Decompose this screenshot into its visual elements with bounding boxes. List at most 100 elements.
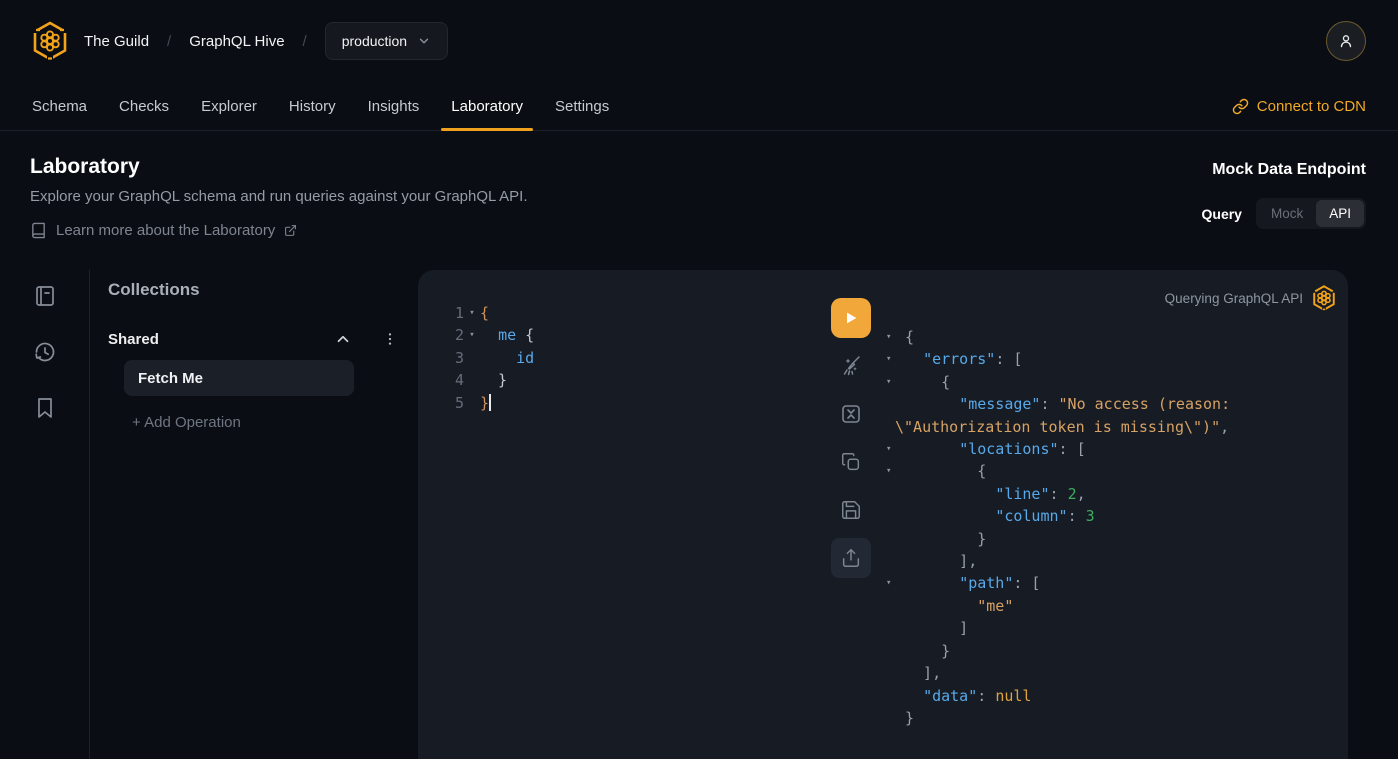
code-token: "No access (reason: [1059,395,1231,413]
target-selector[interactable]: production [325,22,448,60]
save-button[interactable] [831,490,871,530]
page-header: Laboratory Explore your GraphQL schema a… [0,131,1398,270]
breadcrumb-separator: / [303,33,307,50]
chevron-up-icon[interactable] [334,330,352,348]
connect-to-cdn-label: Connect to CDN [1257,98,1366,115]
fold-toggle-icon[interactable]: ▾ [464,302,480,324]
tab-settings[interactable]: Settings [539,82,625,130]
mock-endpoint-box: Mock Data Endpoint Query Mock API [1202,155,1367,270]
line-number: 4 [418,369,464,391]
copy-query-button[interactable] [831,442,871,482]
fold-toggle-icon[interactable]: ▾ [886,348,891,370]
code-token: "path" [959,574,1013,592]
response-line: ▾ { [882,460,1348,482]
breadcrumb-separator: / [167,33,171,50]
kebab-menu-icon[interactable] [382,331,398,347]
tab-explorer[interactable]: Explorer [185,82,273,130]
query-line: 4 } [418,369,820,391]
merge-icon [839,402,863,426]
code-token [905,574,959,592]
mock-endpoint-title: Mock Data Endpoint [1212,161,1366,179]
fold-toggle-icon[interactable]: ▾ [886,371,891,393]
nav-tabs: SchemaChecksExplorerHistoryInsightsLabor… [16,82,625,130]
tab-schema[interactable]: Schema [16,82,103,130]
code-token: } [480,394,489,412]
fold-toggle-icon [464,369,480,391]
operation-item-fetch-me[interactable]: Fetch Me [124,360,354,396]
fold-toggle-icon[interactable]: ▾ [886,438,891,460]
learn-more-link[interactable]: Learn more about the Laboratory [30,222,528,239]
breadcrumb-org[interactable]: The Guild [84,33,149,50]
app-header: The Guild / GraphQL Hive / production [0,0,1398,82]
code-token: ] [905,619,968,637]
response-line: } [882,640,1348,662]
response-endpoint-label: Querying GraphQL API [1165,291,1303,306]
code-token: { [480,304,489,322]
prettify-button[interactable] [831,346,871,386]
code-token: "message" [959,395,1040,413]
response-line: "me" [882,595,1348,617]
hive-logo-icon[interactable] [32,21,68,61]
collections-title: Collections [108,280,398,300]
docs-button[interactable] [33,284,57,308]
code-token: { [905,462,986,480]
response-line: "message": "No access (reason: [882,393,1348,415]
response-line: ▾ "errors": [ [882,348,1348,370]
collection-group-row[interactable]: Shared [108,330,398,348]
line-number: 1 [418,302,464,324]
endpoint-toggle: Mock API [1256,198,1366,229]
tab-history[interactable]: History [273,82,352,130]
code-token: , [1220,418,1229,436]
execute-query-button[interactable] [831,298,871,338]
add-operation-button[interactable]: + Add Operation [132,414,398,431]
toggle-option-api[interactable]: API [1316,200,1364,227]
history-icon [33,340,57,364]
query-line: 3 id [418,347,820,369]
user-avatar[interactable] [1326,21,1366,61]
response-line: "line": 2, [882,483,1348,505]
fold-toggle-icon[interactable]: ▾ [464,324,480,346]
response-viewer[interactable]: ▾{▾ "errors": [▾ { "message": "No access… [882,326,1348,729]
code-token: { [905,328,914,346]
query-code: } [480,392,491,414]
fold-toggle-icon[interactable]: ▾ [886,572,891,594]
toggle-option-mock[interactable]: Mock [1258,200,1316,227]
query-editor[interactable]: 1▾{2▾ me {3 id4 }5} [418,270,820,759]
history-button[interactable] [33,340,57,364]
fold-toggle-icon[interactable]: ▾ [886,460,891,482]
code-token: null [995,687,1031,705]
laboratory-page: The Guild / GraphQL Hive / production Sc… [0,0,1398,759]
chevron-down-icon [417,34,431,48]
page-subtitle: Explore your GraphQL schema and run quer… [30,188,528,205]
merge-fragments-button[interactable] [831,394,871,434]
response-line: ▾ "path": [ [882,572,1348,594]
tab-insights[interactable]: Insights [352,82,436,130]
bookmark-icon [33,396,57,420]
code-token [905,485,995,503]
page-title: Laboratory [30,155,528,179]
fold-toggle-icon[interactable]: ▾ [886,326,891,348]
breadcrumb-project[interactable]: GraphQL Hive [189,33,284,50]
code-token: { [516,326,534,344]
editor-wrap: 1▾{2▾ me {3 id4 }5} [418,270,1398,759]
code-token: { [905,373,950,391]
query-line: 2▾ me { [418,324,820,346]
left-icon-rail [0,270,90,759]
code-token: : [ [995,350,1022,368]
code-token: "line" [995,485,1049,503]
connect-to-cdn-link[interactable]: Connect to CDN [1216,82,1382,130]
book-icon [30,222,47,239]
code-token: : [ [1013,574,1040,592]
query-code: me { [480,324,534,346]
share-button[interactable] [831,538,871,578]
tab-checks[interactable]: Checks [103,82,185,130]
collections-button[interactable] [33,396,57,420]
response-line: ], [882,662,1348,684]
code-token: \"Authorization token is missing\")" [895,418,1220,436]
code-token: : [977,687,995,705]
tab-laboratory[interactable]: Laboratory [435,82,539,130]
copy-icon [840,451,862,473]
text-cursor [489,394,491,411]
code-token: : [1040,395,1058,413]
code-token: ], [905,552,977,570]
